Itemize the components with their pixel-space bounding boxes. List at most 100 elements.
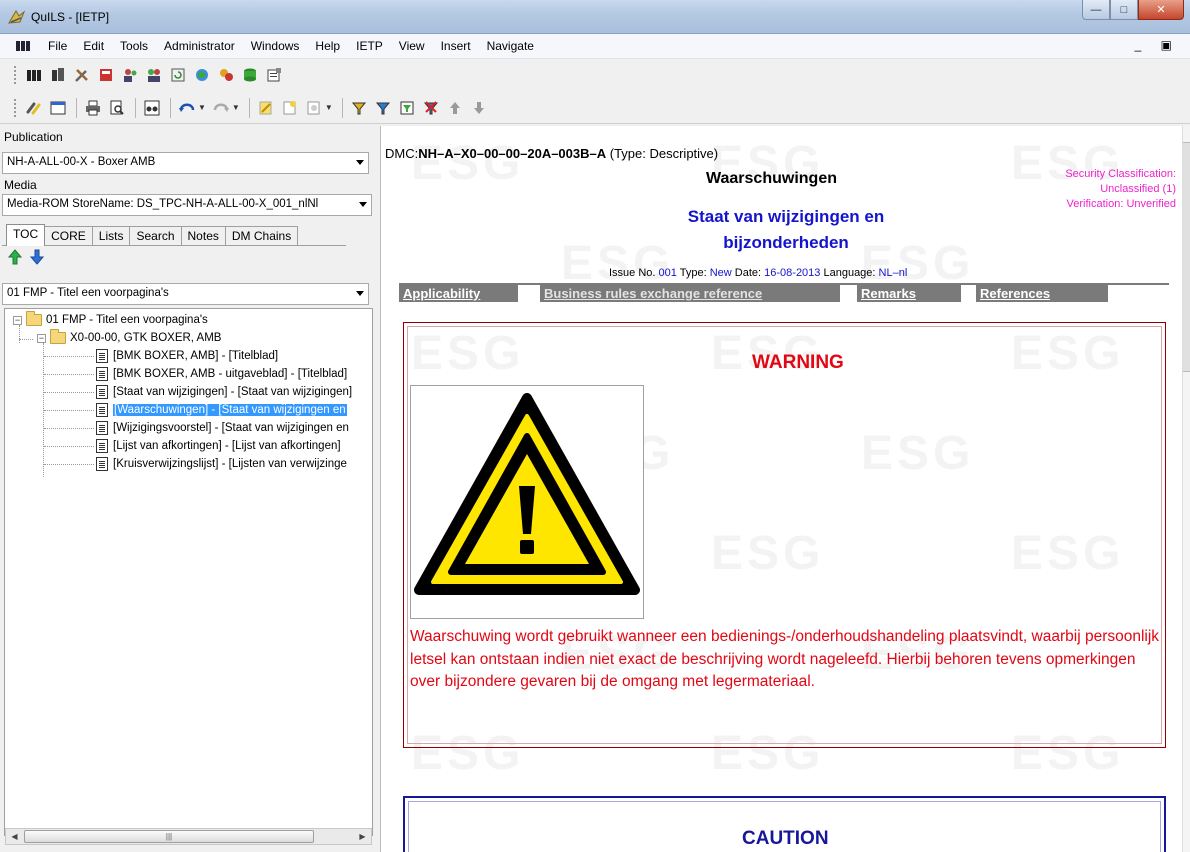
- menu-edit[interactable]: Edit: [75, 36, 112, 56]
- toc-select[interactable]: 01 FMP - Titel een voorpagina's: [2, 283, 369, 305]
- chevron-down-icon: [356, 160, 364, 165]
- minimize-button[interactable]: —: [1082, 0, 1110, 20]
- print-icon[interactable]: [82, 97, 104, 119]
- collapse-icon[interactable]: −: [37, 333, 46, 343]
- filter-add-icon[interactable]: [348, 97, 370, 119]
- print-preview-icon[interactable]: [106, 97, 128, 119]
- document-icon: [96, 403, 108, 417]
- toolbar-separator: [170, 97, 171, 118]
- tree-item[interactable]: [Staat van wijzigingen] - [Staat van wij…: [44, 384, 352, 400]
- menu-ietp[interactable]: IETP: [348, 36, 391, 56]
- toolbar-separator: [341, 97, 343, 118]
- mdi-controls[interactable]: _ ▣: [1135, 38, 1180, 52]
- document-icon: [96, 367, 108, 381]
- document-subtitle: Staat van wijzigingen en bijzonderheden: [661, 204, 911, 256]
- tree-item[interactable]: [BMK BOXER, AMB - uitgaveblad] - [Titelb…: [44, 366, 347, 382]
- redo-dropdown-icon[interactable]: ▼: [232, 103, 240, 112]
- tab-notes[interactable]: Notes: [180, 226, 226, 246]
- scroll-left-icon[interactable]: ◀: [6, 829, 23, 844]
- menu-view[interactable]: View: [391, 36, 433, 56]
- navigation-toolbar: ▼ ▼ ▼: [0, 92, 1190, 124]
- users-icon[interactable]: [119, 64, 141, 86]
- tab-core[interactable]: CORE: [44, 226, 93, 246]
- dmc-prefix: DMC:: [385, 146, 419, 161]
- tree-item[interactable]: [Wijzigingsvoorstel] - [Staat van wijzig…: [44, 420, 349, 436]
- scrollbar-thumb[interactable]: |||: [24, 830, 314, 843]
- arrow-up-icon[interactable]: [8, 249, 22, 265]
- tab-applicability[interactable]: Applicability: [399, 285, 518, 302]
- menu-help[interactable]: Help: [307, 36, 348, 56]
- menu-administrator[interactable]: Administrator: [156, 36, 243, 56]
- vertical-scrollbar[interactable]: [1182, 126, 1190, 852]
- warning-image: [410, 385, 644, 619]
- tools-icon[interactable]: [71, 64, 93, 86]
- collapse-icon[interactable]: −: [13, 315, 22, 325]
- highlight-icon[interactable]: [255, 97, 277, 119]
- note-icon[interactable]: [279, 97, 301, 119]
- properties-icon[interactable]: [263, 64, 285, 86]
- folder-icon: [26, 311, 42, 326]
- database-icon[interactable]: [239, 64, 261, 86]
- tab-dm-chains[interactable]: DM Chains: [224, 226, 299, 246]
- subtitle-line: Staat van wijzigingen en: [687, 207, 885, 226]
- tab-lists[interactable]: Lists: [91, 226, 131, 246]
- tree-item[interactable]: [Kruisverwijzingslijst] - [Lijsten van v…: [44, 456, 347, 472]
- menu-windows[interactable]: Windows: [243, 36, 308, 56]
- chevron-down-icon: [359, 202, 367, 207]
- window-controls: — □ ✕: [1082, 0, 1184, 22]
- tree-item-selected[interactable]: [Waarschuwingen] - [Staat van wijziginge…: [44, 402, 347, 418]
- publication-select[interactable]: NH-A-ALL-00-X - Boxer AMB: [2, 152, 369, 174]
- arrow-down-icon[interactable]: [30, 249, 44, 265]
- library-icon[interactable]: [47, 64, 69, 86]
- move-up-icon[interactable]: [444, 97, 466, 119]
- scrollbar-thumb[interactable]: [1183, 142, 1190, 372]
- undo-icon[interactable]: [176, 97, 198, 119]
- tab-toc[interactable]: TOC: [6, 224, 46, 246]
- move-down-icon[interactable]: [468, 97, 490, 119]
- publications-icon[interactable]: [23, 64, 45, 86]
- tab-references[interactable]: References: [976, 285, 1108, 302]
- issue-info: Issue No. 001 Type: New Date: 16-08-2013…: [609, 267, 907, 279]
- tree-node-folder[interactable]: − X0-00-00, GTK BOXER, AMB: [37, 329, 221, 346]
- tab-search[interactable]: Search: [129, 226, 182, 246]
- menu-insert[interactable]: Insert: [433, 36, 479, 56]
- refresh-document-icon[interactable]: [167, 64, 189, 86]
- watermark: ESG: [411, 137, 525, 190]
- tree-item[interactable]: [Lijst van afkortingen] - [Lijst van afk…: [44, 438, 341, 454]
- menu-navigate[interactable]: Navigate: [479, 36, 542, 56]
- app-menu-icon[interactable]: [16, 40, 30, 52]
- filter-icon[interactable]: [372, 97, 394, 119]
- language-value: NL–nl: [878, 267, 908, 279]
- search-users-icon[interactable]: [215, 64, 237, 86]
- scroll-right-icon[interactable]: ▶: [354, 829, 371, 844]
- dmc-type: (Type: Descriptive): [606, 146, 719, 161]
- link-icon[interactable]: [23, 97, 45, 119]
- attach-icon[interactable]: [303, 97, 325, 119]
- window-icon[interactable]: [47, 97, 69, 119]
- menu-tools[interactable]: Tools: [112, 36, 156, 56]
- date-label: Date:: [731, 267, 765, 279]
- close-button[interactable]: ✕: [1138, 0, 1184, 20]
- menu-file[interactable]: File: [40, 36, 75, 56]
- group-icon[interactable]: [143, 64, 165, 86]
- tree-item[interactable]: [BMK BOXER, AMB] - [Titelblad]: [44, 348, 278, 364]
- tab-remarks[interactable]: Remarks: [857, 285, 961, 302]
- tree-node-root[interactable]: − 01 FMP - Titel een voorpagina's: [13, 311, 208, 328]
- admin-icon[interactable]: [95, 64, 117, 86]
- redo-icon[interactable]: [210, 97, 232, 119]
- attach-dropdown-icon[interactable]: ▼: [325, 103, 333, 112]
- toolbar-grip[interactable]: [14, 98, 17, 117]
- filter-edit-icon[interactable]: [396, 97, 418, 119]
- find-icon[interactable]: [141, 97, 163, 119]
- media-select[interactable]: Media-ROM StoreName: DS_TPC-NH-A-ALL-00-…: [2, 194, 372, 216]
- tree-item-label: [BMK BOXER, AMB - uitgaveblad] - [Titelb…: [113, 368, 348, 380]
- maximize-button[interactable]: □: [1110, 0, 1138, 20]
- filter-remove-icon[interactable]: [420, 97, 442, 119]
- document-viewer: ESG ESG ESG ESG ESG ESG ESG ESG ESG ESG …: [380, 126, 1182, 852]
- globe-icon[interactable]: [191, 64, 213, 86]
- tab-business-rules[interactable]: Business rules exchange reference: [540, 285, 840, 302]
- undo-dropdown-icon[interactable]: ▼: [198, 103, 206, 112]
- toolbar-grip[interactable]: [14, 66, 17, 84]
- horizontal-scrollbar[interactable]: ◀ ||| ▶: [5, 828, 372, 845]
- toolbar-separator: [248, 97, 250, 118]
